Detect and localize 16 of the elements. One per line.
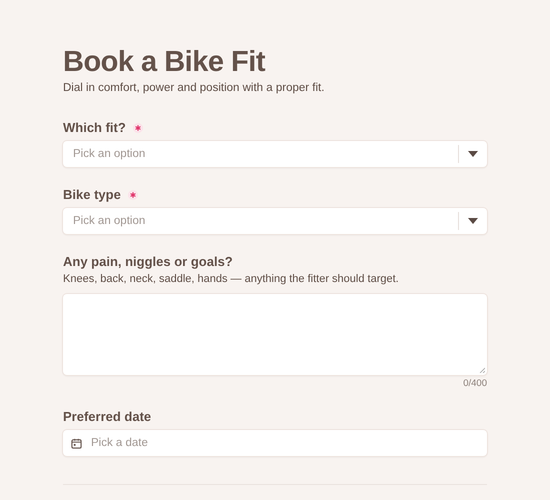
page-subtitle: Dial in comfort, power and position with a proper fit. [63,82,326,94]
select-field[interactable]: Pick an option [63,141,487,167]
field-label: Which fit? [63,120,126,135]
text-area[interactable] [63,294,487,375]
date-field[interactable]: Pick a date [63,430,487,456]
select-field[interactable]: Pick an option [63,208,487,234]
field-label: Any pain, niggles or goals? [63,254,233,269]
field-label: Preferred date [63,409,152,424]
page-title: Book a Bike Fit [63,45,266,80]
caret-icon [468,218,478,224]
caret-icon [468,151,478,157]
field-hint: Knees, back, neck, saddle, hands — anything the fitter should target. [63,273,400,285]
resize-grip-icon [479,367,485,373]
field-label: Bike type [63,187,121,202]
character-counter: 0/400 [462,378,487,389]
calendar-icon [71,438,82,448]
